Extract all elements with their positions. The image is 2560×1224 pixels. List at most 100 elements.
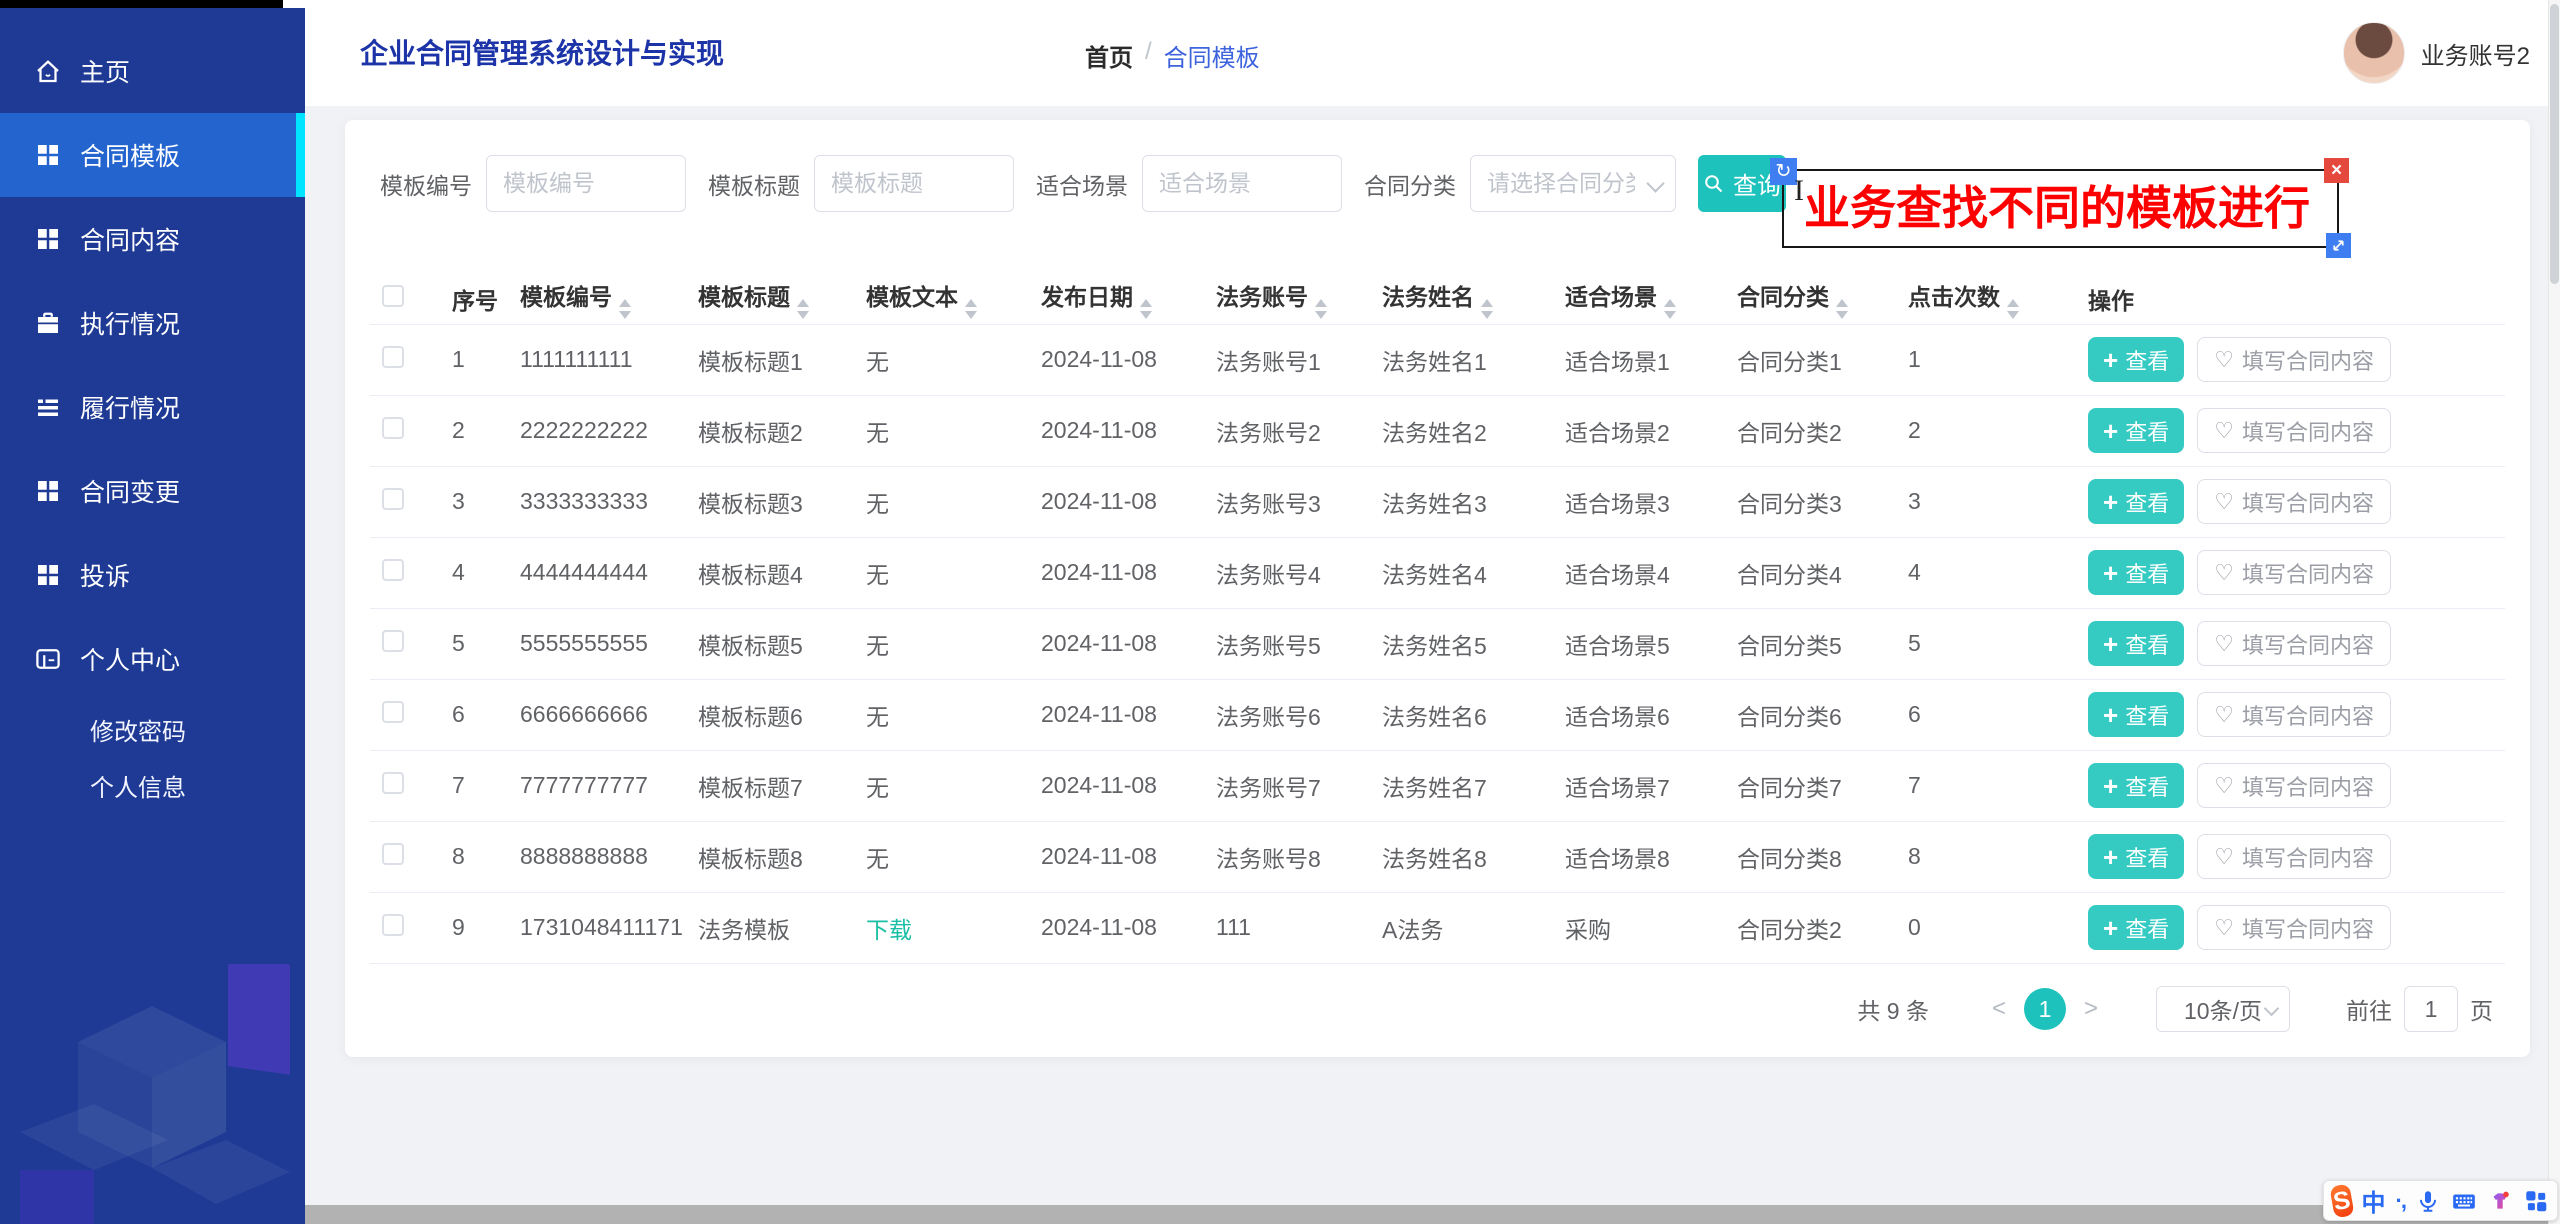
next-page-button[interactable]: >	[2066, 995, 2116, 1023]
filter-label: 合同分类	[1364, 167, 1456, 201]
fill-contract-button[interactable]: ♡填写合同内容	[2197, 550, 2391, 595]
cell-category: 合同分类8	[1725, 821, 1896, 892]
table-header-cell[interactable]: 模板文本	[854, 274, 1029, 324]
sort-carets-icon[interactable]	[2007, 299, 2019, 319]
view-button[interactable]: +查看	[2088, 834, 2184, 879]
view-button[interactable]: +查看	[2088, 621, 2184, 666]
ime-toolbar: S 中 ·,	[2323, 1180, 2558, 1221]
sort-carets-icon[interactable]	[619, 299, 631, 319]
view-button[interactable]: +查看	[2088, 763, 2184, 808]
breadcrumb-home[interactable]: 首页	[1085, 38, 1133, 73]
fill-contract-button[interactable]: ♡填写合同内容	[2197, 834, 2391, 879]
view-button[interactable]: +查看	[2088, 337, 2184, 382]
view-button[interactable]: +查看	[2088, 479, 2184, 524]
table-header-cell[interactable]: 模板编号	[508, 274, 686, 324]
sort-carets-icon[interactable]	[1481, 299, 1493, 319]
row-checkbox[interactable]	[382, 488, 404, 510]
page-size-select[interactable]: 10条/页	[2156, 986, 2290, 1032]
fill-contract-button[interactable]: ♡填写合同内容	[2197, 337, 2391, 382]
filter-label: 模板标题	[708, 167, 800, 201]
cell-category: 合同分类1	[1725, 324, 1896, 395]
vertical-scrollbar-thumb[interactable]	[2550, 4, 2559, 284]
fill-contract-button[interactable]: ♡填写合同内容	[2197, 621, 2391, 666]
user-menu[interactable]: 业务账号2	[2343, 22, 2530, 84]
row-checkbox[interactable]	[382, 843, 404, 865]
table-header-cell[interactable]: 法务姓名	[1370, 274, 1553, 324]
sidebar-item[interactable]: 履行情况	[0, 365, 305, 449]
prev-page-button[interactable]: <	[1974, 995, 2024, 1023]
annotation-close-icon[interactable]: ×	[2324, 158, 2349, 183]
chinese-mode-icon[interactable]: 中	[2362, 1183, 2386, 1218]
annotation-box: ↻ × I 业务查找不同的模板进行	[1782, 169, 2339, 248]
sidebar-item-label: 履行情况	[80, 389, 180, 425]
sidebar-item[interactable]: 合同模板	[0, 113, 305, 197]
table-row: 7 7777777777 模板标题7 无 2024-11-08 法务账号7 法务…	[370, 750, 2505, 821]
vertical-scrollbar[interactable]	[2548, 0, 2560, 1224]
sidebar-item[interactable]: 执行情况	[0, 281, 305, 365]
sidebar-subitem[interactable]: 个人信息	[0, 757, 305, 813]
row-checkbox[interactable]	[382, 417, 404, 439]
punctuation-icon[interactable]: ·,	[2396, 1188, 2405, 1214]
sidebar-item[interactable]: 个人中心	[0, 617, 305, 701]
goto-page-input[interactable]	[2404, 986, 2458, 1032]
horizontal-scrollbar[interactable]	[305, 1205, 2560, 1224]
table-header-cell[interactable]: 操作	[2076, 274, 2505, 324]
sidebar-item[interactable]: 合同变更	[0, 449, 305, 533]
annotation-refresh-icon[interactable]: ↻	[1770, 158, 1797, 185]
sidebar-item[interactable]: 主页	[0, 29, 305, 113]
table-header-cell[interactable]: 序号	[440, 274, 508, 324]
sort-carets-icon[interactable]	[1836, 299, 1848, 319]
filter-label: 模板编号	[380, 167, 472, 201]
select-all-checkbox[interactable]	[382, 285, 404, 307]
filter-input[interactable]	[814, 155, 1014, 212]
table-header-cell[interactable]: 法务账号	[1204, 274, 1370, 324]
filter-input[interactable]	[1470, 155, 1676, 212]
sort-carets-icon[interactable]	[1140, 299, 1152, 319]
view-button[interactable]: +查看	[2088, 905, 2184, 950]
breadcrumb: 首页 / 合同模板	[1085, 38, 1260, 73]
pagination-total: 共 9 条	[1857, 992, 1929, 1026]
view-button[interactable]: +查看	[2088, 408, 2184, 453]
row-checkbox[interactable]	[382, 346, 404, 368]
table-header-cell[interactable]: 模板标题	[686, 274, 854, 324]
row-checkbox[interactable]	[382, 772, 404, 794]
view-button[interactable]: +查看	[2088, 692, 2184, 737]
fill-contract-button[interactable]: ♡填写合同内容	[2197, 905, 2391, 950]
filter-input[interactable]	[486, 155, 686, 212]
cell-legal-account: 法务账号7	[1204, 750, 1370, 821]
cell-legal-account: 法务账号4	[1204, 537, 1370, 608]
table-header-cell[interactable]: 点击次数	[1896, 274, 2076, 324]
sogou-logo-icon[interactable]: S	[2329, 1183, 2354, 1218]
sidebar-subitem[interactable]: 修改密码	[0, 701, 305, 757]
skin-icon[interactable]	[2487, 1188, 2513, 1214]
row-checkbox[interactable]	[382, 701, 404, 723]
filter-input[interactable]	[1142, 155, 1342, 212]
row-checkbox[interactable]	[382, 914, 404, 936]
table-header-cell[interactable]: 合同分类	[1725, 274, 1896, 324]
table-header-cell[interactable]: 发布日期	[1029, 274, 1204, 324]
sort-carets-icon[interactable]	[1315, 299, 1327, 319]
keyboard-icon[interactable]	[2451, 1188, 2477, 1214]
sidebar-item[interactable]: 合同内容	[0, 197, 305, 281]
microphone-icon[interactable]	[2415, 1188, 2441, 1214]
row-checkbox[interactable]	[382, 559, 404, 581]
cell-template-title: 模板标题6	[686, 679, 854, 750]
sidebar: 主页 合同模板 合同内容	[0, 0, 305, 1224]
annotation-resize-handle-icon[interactable]	[2326, 233, 2351, 258]
sort-carets-icon[interactable]	[797, 299, 809, 319]
fill-contract-button[interactable]: ♡填写合同内容	[2197, 763, 2391, 808]
toolbox-icon[interactable]	[2523, 1188, 2549, 1214]
avatar[interactable]	[2343, 22, 2405, 84]
row-checkbox[interactable]	[382, 630, 404, 652]
view-button[interactable]: +查看	[2088, 550, 2184, 595]
fill-contract-button[interactable]: ♡填写合同内容	[2197, 479, 2391, 524]
table-header-cell[interactable]: 适合场景	[1553, 274, 1725, 324]
cell-template-text[interactable]: 下载	[866, 917, 912, 943]
sort-carets-icon[interactable]	[1664, 299, 1676, 319]
sort-carets-icon[interactable]	[965, 299, 977, 319]
current-page-button[interactable]: 1	[2024, 988, 2066, 1030]
sidebar-item[interactable]: 投诉	[0, 533, 305, 617]
cell-index: 9	[440, 892, 508, 963]
fill-contract-button[interactable]: ♡填写合同内容	[2197, 408, 2391, 453]
fill-contract-button[interactable]: ♡填写合同内容	[2197, 692, 2391, 737]
